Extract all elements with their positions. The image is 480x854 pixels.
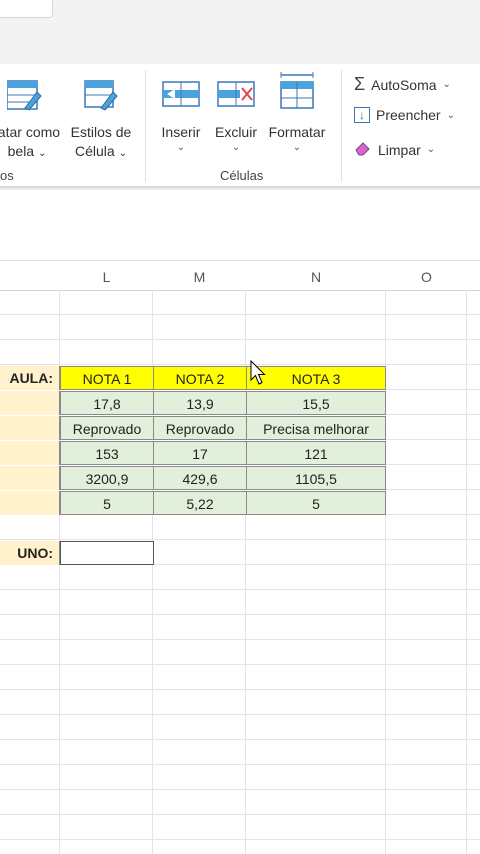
- table-cell[interactable]: 3200,9: [60, 466, 154, 490]
- table-cell[interactable]: 153: [60, 441, 154, 465]
- table-cell[interactable]: 5: [60, 491, 154, 515]
- row-label-cell[interactable]: [0, 441, 60, 465]
- insert-button[interactable]: Inserir ⌄: [157, 78, 205, 154]
- row-label-cell[interactable]: [0, 466, 60, 490]
- ribbon: tatar como bela ⌄ Estilos de Célula ⌄ os: [0, 64, 480, 188]
- table-cell[interactable]: 5,22: [153, 491, 247, 515]
- table-cell[interactable]: 13,9: [153, 391, 247, 415]
- mouse-cursor-icon: [250, 359, 266, 391]
- title-bar: [0, 0, 480, 64]
- chevron-down-icon: ⌄: [118, 148, 127, 159]
- chevron-down-icon: ⌄: [176, 142, 186, 153]
- clear-button[interactable]: Limpar ⌄: [354, 140, 435, 159]
- insert-cells-icon: [157, 78, 205, 119]
- quick-access-box[interactable]: [0, 0, 53, 18]
- group-separator: [145, 70, 146, 182]
- insert-label: Inserir: [161, 124, 201, 140]
- chevron-down-icon: ⌄: [442, 79, 451, 90]
- column-headers: L M N O: [0, 264, 480, 291]
- fill-button[interactable]: ↓ Preencher ⌄: [354, 107, 455, 123]
- column-header-n[interactable]: N: [246, 264, 386, 290]
- format-table-label-1: tatar como: [0, 124, 61, 140]
- column-header-m[interactable]: M: [153, 264, 246, 290]
- format-table-icon: [0, 78, 62, 119]
- format-cells-icon: [266, 72, 328, 119]
- sigma-icon: Σ: [354, 74, 366, 94]
- cell-styles-icon: [68, 78, 134, 119]
- table-cell[interactable]: Precisa melhorar: [246, 416, 386, 440]
- clear-label: Limpar: [378, 141, 421, 158]
- table-cell[interactable]: 17: [153, 441, 247, 465]
- table-cell[interactable]: 15,5: [246, 391, 386, 415]
- cell-styles-label-2: Célula: [75, 143, 115, 159]
- table-cell[interactable]: Reprovado: [60, 416, 154, 440]
- delete-label: Excluir: [214, 124, 257, 140]
- fill-down-icon: ↓: [354, 107, 370, 123]
- styles-group-label: os: [0, 168, 14, 183]
- table-cell[interactable]: 1105,5: [246, 466, 386, 490]
- eraser-icon: [354, 140, 372, 159]
- row-label-aula[interactable]: AULA:: [0, 366, 60, 390]
- table-cell[interactable]: 17,8: [60, 391, 154, 415]
- chevron-down-icon: ⌄: [292, 142, 302, 153]
- column-header-o[interactable]: O: [386, 264, 467, 290]
- cells-group-label: Células: [220, 168, 264, 183]
- delete-button[interactable]: Excluir ⌄: [212, 78, 260, 154]
- group-separator: [341, 70, 342, 182]
- cell-styles-label-1: Estilos de: [70, 124, 132, 140]
- format-as-table-button[interactable]: tatar como bela ⌄: [0, 78, 62, 163]
- header-nota-3[interactable]: NOTA 3: [246, 366, 386, 390]
- table-cell[interactable]: 121: [246, 441, 386, 465]
- autosum-button[interactable]: Σ AutoSoma ⌄: [354, 74, 451, 95]
- row-label-cell[interactable]: [0, 491, 60, 515]
- format-button[interactable]: Formatar ⌄: [266, 72, 328, 154]
- row-label-cell[interactable]: [0, 391, 60, 415]
- table-cell[interactable]: 5: [246, 491, 386, 515]
- header-nota-1[interactable]: NOTA 1: [60, 366, 154, 390]
- row-label-cell[interactable]: [0, 416, 60, 440]
- table-cell[interactable]: 429,6: [153, 466, 247, 490]
- chevron-down-icon: ⌄: [37, 148, 47, 159]
- student-input-cell[interactable]: [60, 541, 154, 565]
- autosum-label: AutoSoma: [371, 76, 437, 93]
- column-header-l[interactable]: L: [60, 264, 153, 290]
- format-label: Formatar: [268, 124, 326, 140]
- table-cell[interactable]: Reprovado: [153, 416, 247, 440]
- chevron-down-icon: ⌄: [446, 109, 455, 121]
- formula-bar-area: [0, 190, 480, 261]
- delete-cells-icon: [212, 78, 260, 119]
- format-table-label-2: bela: [7, 143, 35, 159]
- fill-label: Preencher: [376, 107, 441, 123]
- chevron-down-icon: ⌄: [426, 144, 436, 155]
- header-nota-2[interactable]: NOTA 2: [153, 366, 247, 390]
- chevron-down-icon: ⌄: [231, 142, 241, 153]
- student-label: UNO:: [0, 541, 60, 565]
- cell-styles-button[interactable]: Estilos de Célula ⌄: [68, 78, 134, 163]
